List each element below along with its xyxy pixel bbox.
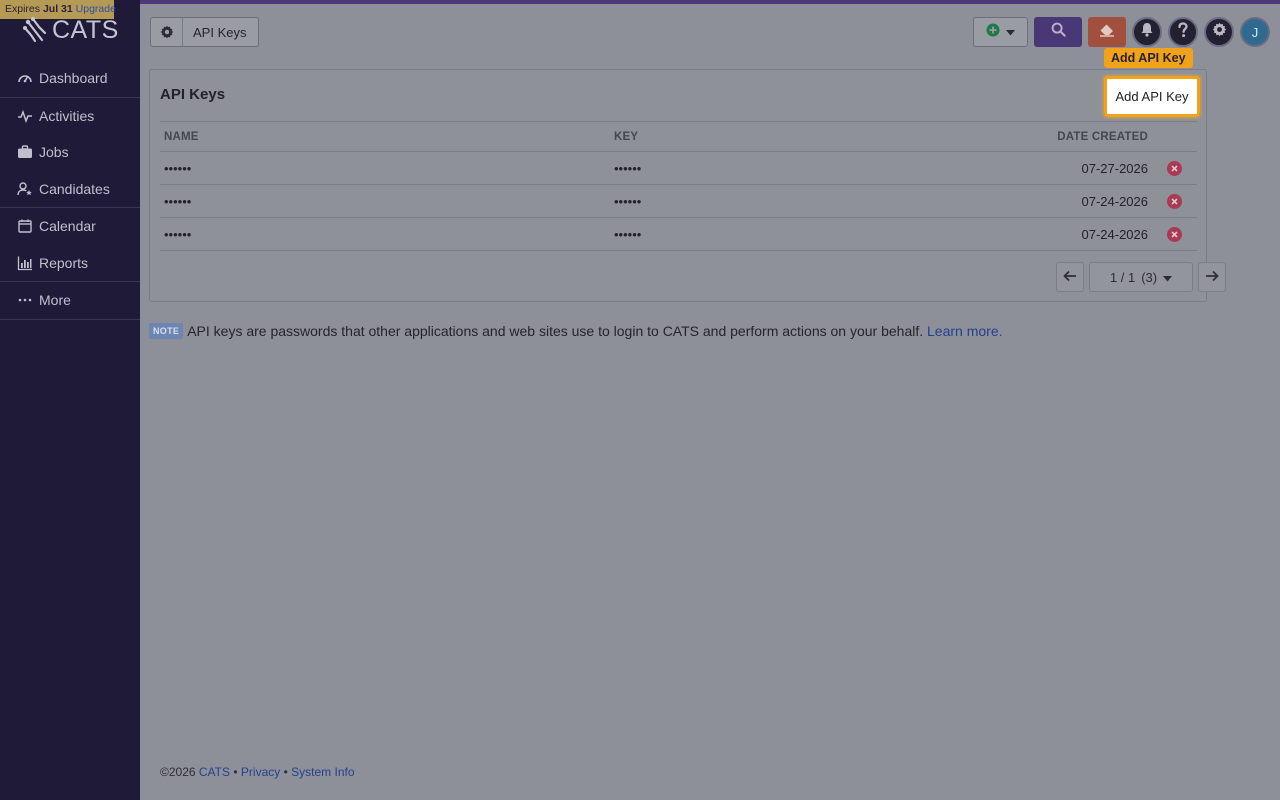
next-page-button[interactable]: [1198, 262, 1226, 292]
clear-button[interactable]: [1088, 17, 1126, 47]
api-keys-table: NAME KEY DATE CREATED •••••• •••••• 07-2…: [160, 121, 1197, 251]
activity-icon: [16, 107, 33, 124]
sidebar-item-activities[interactable]: Activities: [0, 98, 140, 135]
cats-logo[interactable]: CATS: [22, 14, 119, 46]
bell-icon: [1140, 22, 1154, 42]
sidebar-item-label: Calendar: [39, 218, 96, 235]
date-created-cell: 07-24-2026: [910, 184, 1152, 218]
question-icon: [1176, 21, 1190, 43]
quick-add-button[interactable]: [973, 17, 1028, 47]
table-row: •••••• •••••• 07-24-2026: [160, 184, 1197, 218]
sidebar-item-label: Activities: [39, 107, 95, 124]
page-label: 1 / 1: [1109, 269, 1136, 285]
key-value-cell: ••••••: [610, 151, 910, 185]
previous-page-button[interactable]: [1056, 262, 1084, 292]
dashboard-icon: [16, 70, 33, 87]
add-api-key-button[interactable]: Add API Key: [1104, 76, 1200, 117]
search-button[interactable]: [1034, 17, 1082, 47]
sidebar-item-dashboard[interactable]: Dashboard: [0, 60, 140, 97]
key-value-cell: ••••••: [610, 184, 910, 218]
page-select[interactable]: 1 / 1 (3): [1089, 262, 1193, 292]
calendar-icon: [16, 218, 33, 235]
note-badge: NOTE: [149, 323, 184, 339]
date-created-cell: 07-27-2026: [910, 151, 1152, 185]
briefcase-icon: [16, 144, 33, 161]
footer-separator: •: [233, 765, 238, 779]
sidebar-item-calendar[interactable]: Calendar: [0, 208, 140, 245]
column-header-actions: [1152, 121, 1197, 152]
sidebar-item-candidates[interactable]: Candidates: [0, 171, 140, 208]
sidebar-item-reports[interactable]: Reports: [0, 245, 140, 282]
sidebar: Expires Jul 31 Upgrade CATS Dashboard Ac…: [0, 0, 140, 800]
key-name-cell: ••••••: [160, 151, 610, 185]
column-header-date[interactable]: DATE CREATED: [910, 121, 1152, 152]
settings-gear-icon: [151, 18, 183, 46]
table-header-row: NAME KEY DATE CREATED: [160, 121, 1197, 152]
footer: ©2026 CATS • Privacy • System Info: [160, 765, 355, 779]
gear-icon: [1212, 22, 1227, 42]
sidebar-item-label: Jobs: [39, 144, 69, 161]
table-row: •••••• •••••• 07-27-2026: [160, 151, 1197, 185]
brand-name: CATS: [52, 15, 119, 44]
notifications-button[interactable]: [1132, 17, 1162, 47]
column-header-key[interactable]: KEY: [610, 121, 910, 152]
delete-icon[interactable]: [1167, 227, 1182, 243]
settings-button[interactable]: [1204, 17, 1234, 47]
key-name-cell: ••••••: [160, 217, 610, 251]
candidates-icon: [16, 180, 33, 197]
key-name-cell: ••••••: [160, 184, 610, 218]
sidebar-item-label: Candidates: [39, 180, 110, 197]
help-button[interactable]: [1168, 17, 1198, 47]
top-accent-bar: [0, 0, 1280, 4]
add-api-key-tooltip: Add API Key: [1104, 48, 1193, 68]
column-header-name[interactable]: NAME: [160, 121, 610, 152]
nav-divider: [0, 318, 140, 320]
date-created-cell: 07-24-2026: [910, 217, 1152, 251]
sidebar-nav: Dashboard Activities Jobs Candidates Cal…: [0, 60, 140, 320]
delete-icon[interactable]: [1167, 161, 1182, 177]
footer-separator: •: [283, 765, 288, 779]
api-keys-card: API Keys Add API Key NAME KEY DATE CREAT…: [149, 69, 1226, 302]
cats-logo-icon: [23, 17, 47, 43]
eraser-icon: [1099, 23, 1115, 42]
page-count: (3): [1141, 269, 1158, 285]
more-icon: [16, 292, 33, 309]
footer-system-info-link[interactable]: System Info: [291, 765, 354, 779]
reports-icon: [16, 254, 33, 271]
card-title: API Keys: [160, 86, 226, 103]
arrow-left-icon: [1063, 270, 1077, 285]
footer-cats-link[interactable]: CATS: [199, 765, 230, 779]
plus-circle-icon: [986, 23, 1000, 42]
note-text: API keys are passwords that other applic…: [187, 323, 924, 339]
avatar[interactable]: J: [1240, 17, 1270, 47]
note: NOTE API keys are passwords that other a…: [149, 323, 1003, 339]
chevron-down-icon: [1163, 270, 1173, 285]
sidebar-item-label: Reports: [39, 254, 89, 271]
delete-icon[interactable]: [1167, 194, 1182, 210]
breadcrumb-label: API Keys: [193, 24, 247, 40]
table-row: •••••• •••••• 07-24-2026: [160, 217, 1197, 251]
chevron-down-icon: [1006, 23, 1015, 41]
breadcrumb[interactable]: API Keys: [150, 17, 260, 47]
footer-privacy-link[interactable]: Privacy: [241, 765, 280, 779]
sidebar-item-jobs[interactable]: Jobs: [0, 134, 140, 171]
pagination: 1 / 1 (3): [1056, 262, 1226, 292]
search-icon: [1051, 22, 1066, 42]
footer-copyright: ©2026: [160, 765, 196, 779]
sidebar-item-label: Dashboard: [39, 70, 108, 87]
learn-more-link[interactable]: Learn more.: [927, 323, 1002, 339]
sidebar-item-more[interactable]: More: [0, 282, 140, 319]
arrow-right-icon: [1205, 270, 1219, 285]
key-value-cell: ••••••: [610, 217, 910, 251]
sidebar-item-label: More: [39, 292, 71, 309]
